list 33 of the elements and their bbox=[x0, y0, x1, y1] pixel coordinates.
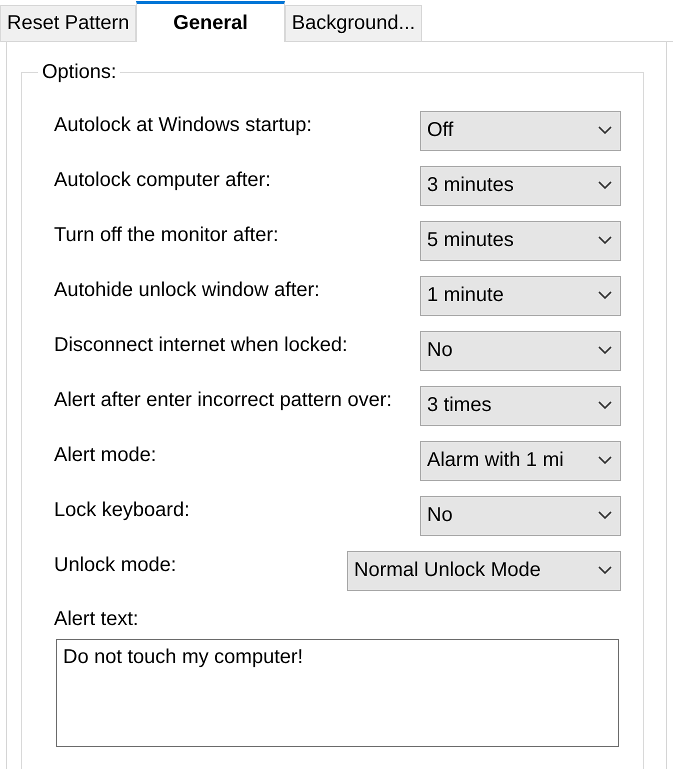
group-title: Options: bbox=[38, 61, 120, 83]
alert-text-label: Alert text: bbox=[54, 608, 140, 631]
chevron-icon bbox=[598, 456, 612, 465]
setting-label: Disconnect internet when locked: bbox=[54, 334, 348, 357]
chevron-icon bbox=[598, 236, 612, 245]
dropdown[interactable]: No bbox=[420, 496, 621, 536]
dropdown[interactable]: 3 times bbox=[420, 386, 621, 426]
chevron-icon bbox=[598, 126, 612, 135]
dropdown[interactable]: Off bbox=[420, 110, 621, 150]
dropdown[interactable]: 5 minutes bbox=[420, 220, 621, 260]
dropdown[interactable]: Normal Unlock Mode bbox=[347, 550, 621, 590]
alert-text-field[interactable]: Do not touch my computer! bbox=[56, 639, 619, 747]
setting-label: Turn off the monitor after: bbox=[54, 224, 279, 247]
chevron-icon bbox=[598, 401, 612, 410]
dropdown[interactable]: 3 minutes bbox=[420, 166, 621, 206]
setting-label: Alert after enter incorrect pattern over: bbox=[54, 389, 392, 412]
chevron-icon bbox=[598, 181, 612, 190]
chevron-icon bbox=[598, 511, 612, 520]
dropdown[interactable]: Alarm with 1 mi bbox=[420, 440, 621, 480]
setting-label: Autohide unlock window after: bbox=[54, 279, 320, 302]
dropdown[interactable]: No bbox=[420, 330, 621, 370]
chevron-icon bbox=[598, 291, 612, 300]
tab[interactable]: General bbox=[136, 1, 285, 42]
setting-label: Lock keyboard: bbox=[54, 499, 190, 522]
setting-label: Alert mode: bbox=[54, 444, 156, 467]
setting-label: Unlock mode: bbox=[54, 554, 176, 577]
chevron-icon bbox=[598, 346, 612, 355]
tab[interactable]: Background... bbox=[284, 5, 422, 41]
chevron-icon bbox=[598, 566, 612, 575]
dropdown[interactable]: 1 minute bbox=[420, 276, 621, 316]
setting-label: Autolock computer after: bbox=[54, 169, 271, 192]
tab[interactable]: Reset Pattern bbox=[0, 5, 136, 41]
setting-label: Autolock at Windows startup: bbox=[54, 114, 312, 137]
